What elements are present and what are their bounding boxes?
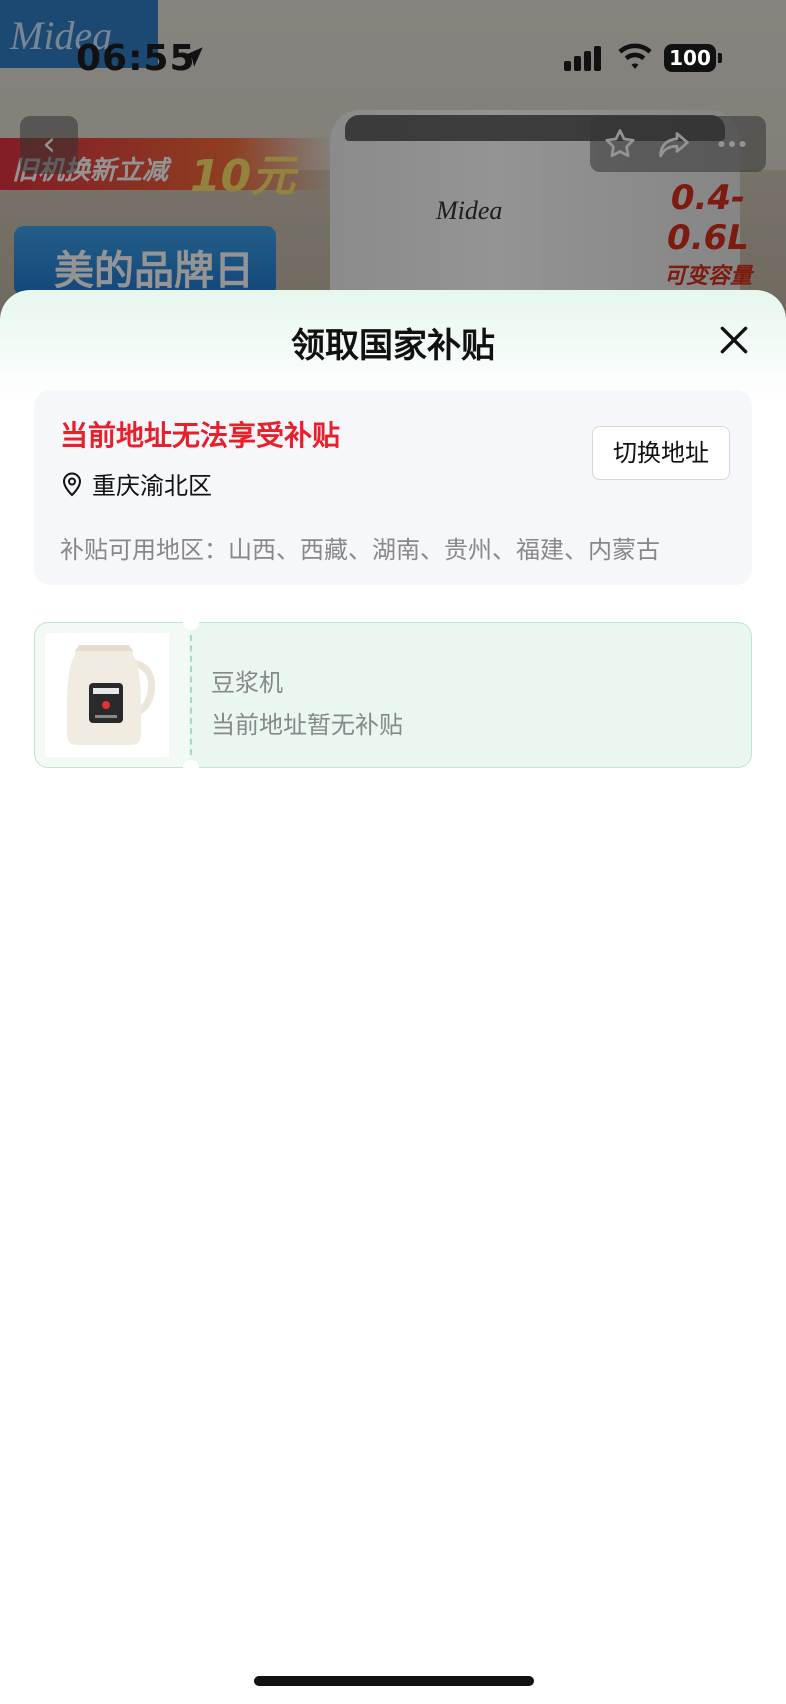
- location-arrow-icon: [183, 47, 203, 67]
- product-name: 豆浆机: [211, 669, 283, 697]
- product-subsidy-status: 当前地址暂无补贴: [211, 711, 403, 739]
- product-image: [45, 633, 169, 757]
- ticket-divider: [190, 635, 192, 755]
- ticket-notch-top: [183, 614, 199, 630]
- status-bar: 06:55 100: [0, 0, 786, 110]
- sheet-title: 领取国家补贴: [291, 326, 495, 366]
- wifi-icon: [618, 43, 652, 69]
- location-text: 重庆渝北区: [92, 472, 212, 500]
- home-indicator[interactable]: [254, 1676, 534, 1686]
- battery-tip: [718, 53, 722, 63]
- subsidy-sheet: 领取国家补贴 当前地址无法享受补贴 重庆渝北区 切换地址 补贴可用地区：山西、西…: [0, 290, 786, 1704]
- current-location: 重庆渝北区: [60, 466, 212, 501]
- soymilk-maker-image: [45, 633, 169, 757]
- status-time: 06:55: [76, 38, 196, 79]
- cellular-signal-icon: [564, 46, 604, 71]
- location-pin-icon: [62, 472, 82, 496]
- product-subsidy-card[interactable]: 豆浆机 当前地址暂无补贴: [34, 614, 752, 776]
- address-card: 当前地址无法享受补贴 重庆渝北区 切换地址 补贴可用地区：山西、西藏、湖南、贵州…: [34, 390, 752, 585]
- switch-address-button[interactable]: 切换地址: [592, 426, 730, 480]
- ticket-notch-bottom: [183, 760, 199, 776]
- available-regions: 补贴可用地区：山西、西藏、湖南、贵州、福建、内蒙古: [60, 536, 660, 564]
- close-icon[interactable]: [714, 320, 754, 360]
- battery-icon: 100: [664, 44, 716, 72]
- address-warning: 当前地址无法享受补贴: [60, 419, 341, 452]
